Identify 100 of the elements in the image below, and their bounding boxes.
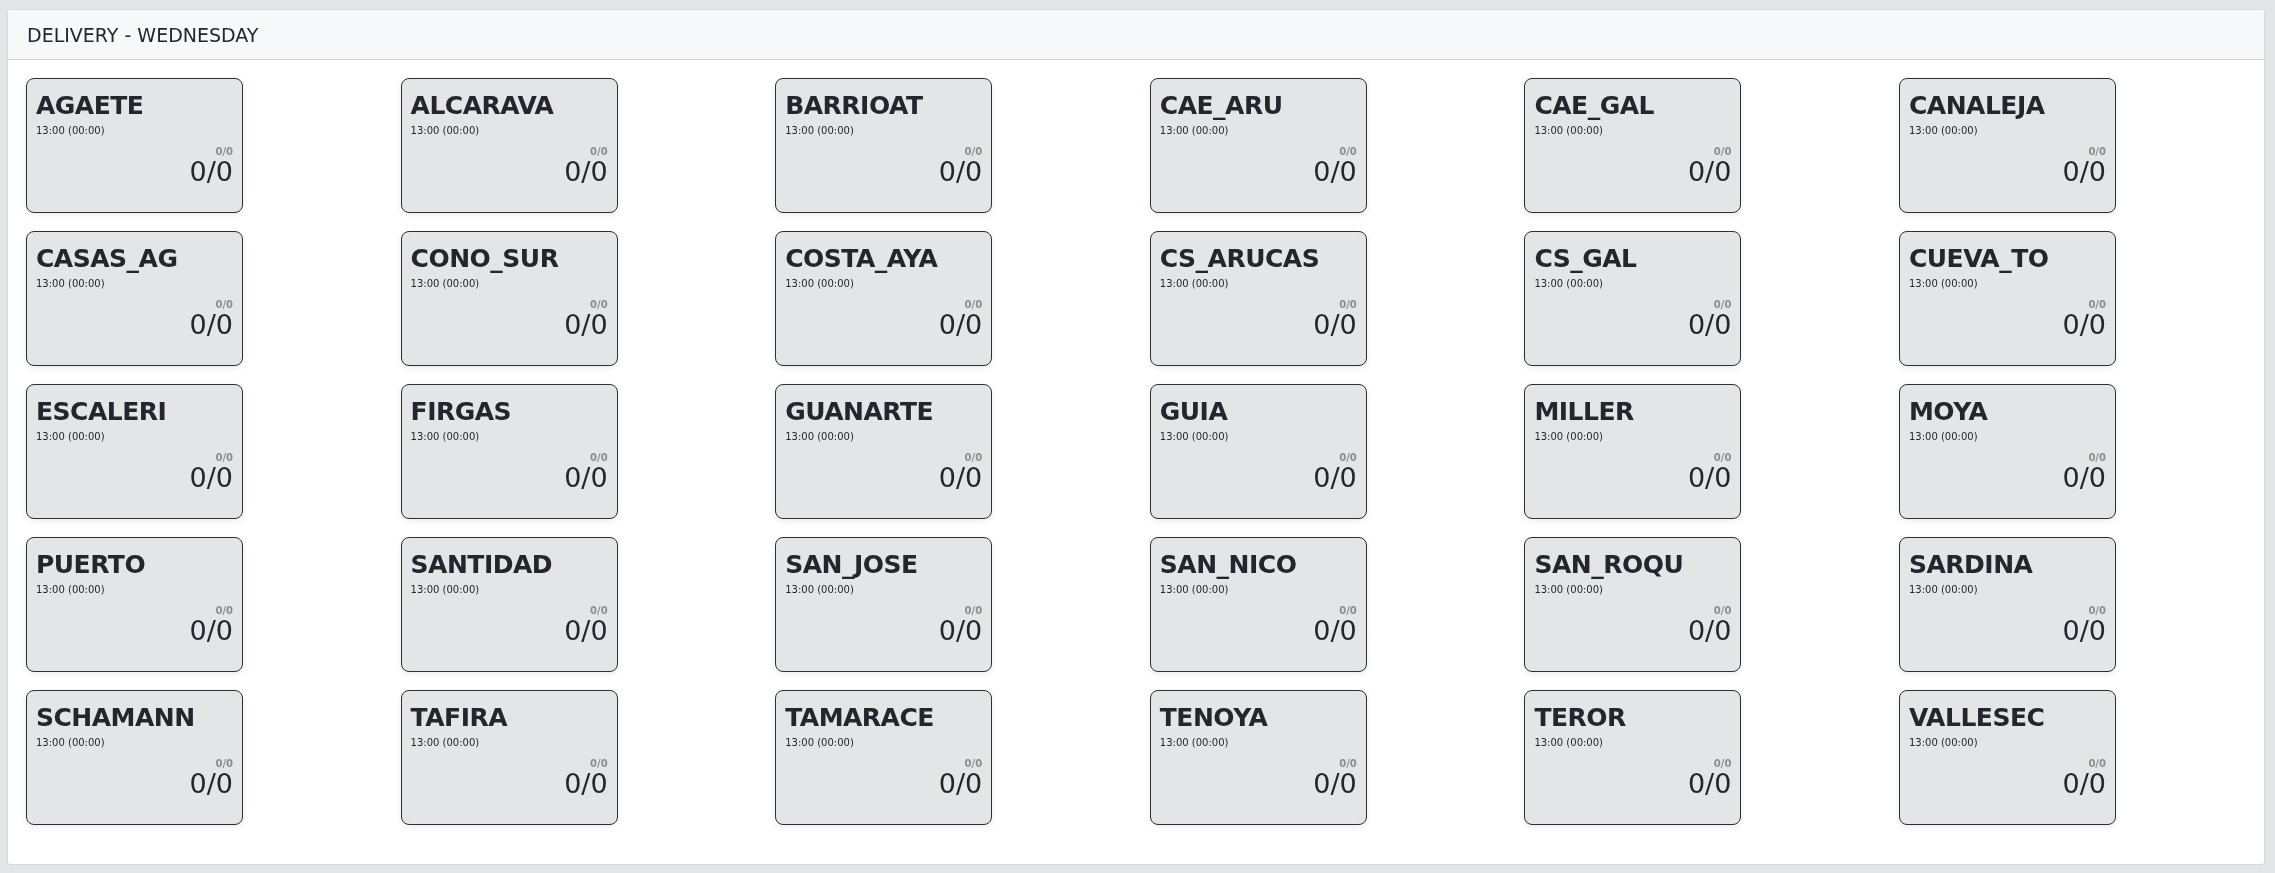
secondary-count: 0/0 [590,605,608,616]
route-card[interactable]: TAMARACE 13:00 (00:00) 0/0 0/0 [775,690,993,825]
delivery-count: 0/0 [1687,310,1732,340]
route-name: PUERTO [36,550,146,580]
secondary-count: 0/0 [1339,146,1357,157]
route-name: AGAETE [36,91,144,121]
route-name: SARDINA [1908,550,2033,580]
route-card[interactable]: SANTIDAD 13:00 (00:00) 0/0 0/0 [400,537,618,672]
secondary-count: 0/0 [215,452,233,463]
route-name: CS_ARUCAS [1159,244,1320,274]
route-time: 13:00 (00:00) [785,431,854,442]
route-time: 13:00 (00:00) [785,737,854,748]
route-time: 13:00 (00:00) [1908,125,1978,136]
route-time: 13:00 (00:00) [1908,737,1978,748]
route-name: TEROR [1534,703,1626,733]
delivery-count: 0/0 [564,463,608,493]
route-time: 13:00 (00:00) [410,737,480,748]
secondary-count: 0/0 [215,758,233,769]
route-card[interactable]: CUEVA_TO 13:00 (00:00) 0/0 0/0 [1898,231,2116,366]
secondary-count: 0/0 [1339,605,1357,616]
route-card[interactable]: CAE_GAL 13:00 (00:00) 0/0 0/0 [1524,78,1742,213]
route-card[interactable]: CANALEJA 13:00 (00:00) 0/0 0/0 [1898,78,2116,213]
secondary-count: 0/0 [1713,452,1732,463]
delivery-count: 0/0 [189,157,233,187]
secondary-count: 0/0 [590,452,608,463]
secondary-count: 0/0 [964,758,983,769]
route-card[interactable]: CASAS_AG 13:00 (00:00) 0/0 0/0 [26,231,243,366]
route-card[interactable]: SAN_NICO 13:00 (00:00) 0/0 0/0 [1149,537,1367,672]
route-name: SAN_JOSE [785,550,918,580]
route-time: 13:00 (00:00) [1534,737,1603,748]
route-card[interactable]: CAE_ARU 13:00 (00:00) 0/0 0/0 [1149,78,1367,213]
secondary-count: 0/0 [2088,146,2106,157]
route-card[interactable]: MILLER 13:00 (00:00) 0/0 0/0 [1524,384,1742,519]
route-time: 13:00 (00:00) [1159,431,1229,442]
secondary-count: 0/0 [2088,452,2106,463]
delivery-count: 0/0 [1687,769,1732,799]
secondary-count: 0/0 [1713,146,1732,157]
delivery-count: 0/0 [564,310,608,340]
secondary-count: 0/0 [590,146,608,157]
route-card[interactable]: SAN_JOSE 13:00 (00:00) 0/0 0/0 [775,537,993,672]
route-name: TAFIRA [410,703,508,733]
route-card[interactable]: AGAETE 13:00 (00:00) 0/0 0/0 [26,78,243,213]
secondary-count: 0/0 [964,452,983,463]
route-card[interactable]: TEROR 13:00 (00:00) 0/0 0/0 [1524,690,1742,825]
route-card[interactable]: CONO_SUR 13:00 (00:00) 0/0 0/0 [400,231,618,366]
route-name: VALLESEC [1908,703,2045,733]
route-name: SCHAMANN [36,703,195,733]
route-time: 13:00 (00:00) [1534,431,1603,442]
delivery-count: 0/0 [938,157,983,187]
route-card[interactable]: GUIA 13:00 (00:00) 0/0 0/0 [1149,384,1367,519]
delivery-count: 0/0 [189,616,233,646]
route-card[interactable]: CS_GAL 13:00 (00:00) 0/0 0/0 [1524,231,1742,366]
route-name: CASAS_AG [36,244,178,274]
route-card[interactable]: SCHAMANN 13:00 (00:00) 0/0 0/0 [26,690,243,825]
delivery-count: 0/0 [1313,463,1357,493]
route-card[interactable]: FIRGAS 13:00 (00:00) 0/0 0/0 [400,384,618,519]
route-name: ESCALERI [36,397,167,427]
route-name: BARRIOAT [785,91,923,121]
delivery-count: 0/0 [189,310,233,340]
route-card[interactable]: SARDINA 13:00 (00:00) 0/0 0/0 [1898,537,2116,672]
delivery-count: 0/0 [938,310,983,340]
route-time: 13:00 (00:00) [785,125,854,136]
route-card[interactable]: ALCARAVA 13:00 (00:00) 0/0 0/0 [400,78,618,213]
route-card[interactable]: TAFIRA 13:00 (00:00) 0/0 0/0 [400,690,618,825]
secondary-count: 0/0 [2088,605,2106,616]
panel-title: DELIVERY - WEDNESDAY [27,23,259,46]
delivery-count: 0/0 [2062,616,2106,646]
route-time: 13:00 (00:00) [785,584,854,595]
route-card[interactable]: SAN_ROQU 13:00 (00:00) 0/0 0/0 [1524,537,1742,672]
secondary-count: 0/0 [964,146,983,157]
route-time: 13:00 (00:00) [1159,737,1229,748]
route-card[interactable]: BARRIOAT 13:00 (00:00) 0/0 0/0 [775,78,993,213]
route-name: CAE_ARU [1159,91,1283,121]
delivery-count: 0/0 [189,463,233,493]
delivery-count: 0/0 [564,769,608,799]
route-name: CONO_SUR [410,244,559,274]
route-time: 13:00 (00:00) [36,584,105,595]
delivery-count: 0/0 [938,616,983,646]
route-card[interactable]: MOYA 13:00 (00:00) 0/0 0/0 [1898,384,2116,519]
secondary-count: 0/0 [215,299,233,310]
route-name: SAN_ROQU [1534,550,1684,580]
route-time: 13:00 (00:00) [410,125,480,136]
route-card[interactable]: PUERTO 13:00 (00:00) 0/0 0/0 [26,537,243,672]
route-name: ALCARAVA [410,91,554,121]
route-card[interactable]: VALLESEC 13:00 (00:00) 0/0 0/0 [1898,690,2116,825]
secondary-count: 0/0 [1339,452,1357,463]
route-card[interactable]: ESCALERI 13:00 (00:00) 0/0 0/0 [26,384,243,519]
route-time: 13:00 (00:00) [1908,431,1978,442]
route-card[interactable]: COSTA_AYA 13:00 (00:00) 0/0 0/0 [775,231,993,366]
secondary-count: 0/0 [964,299,983,310]
delivery-count: 0/0 [1687,157,1732,187]
route-card[interactable]: GUANARTE 13:00 (00:00) 0/0 0/0 [775,384,993,519]
route-time: 13:00 (00:00) [1908,584,1978,595]
delivery-count: 0/0 [1313,616,1357,646]
route-card[interactable]: TENOYA 13:00 (00:00) 0/0 0/0 [1149,690,1367,825]
route-card[interactable]: CS_ARUCAS 13:00 (00:00) 0/0 0/0 [1149,231,1367,366]
secondary-count: 0/0 [1339,299,1357,310]
delivery-count: 0/0 [1313,310,1357,340]
route-time: 13:00 (00:00) [1534,584,1603,595]
secondary-count: 0/0 [1339,758,1357,769]
